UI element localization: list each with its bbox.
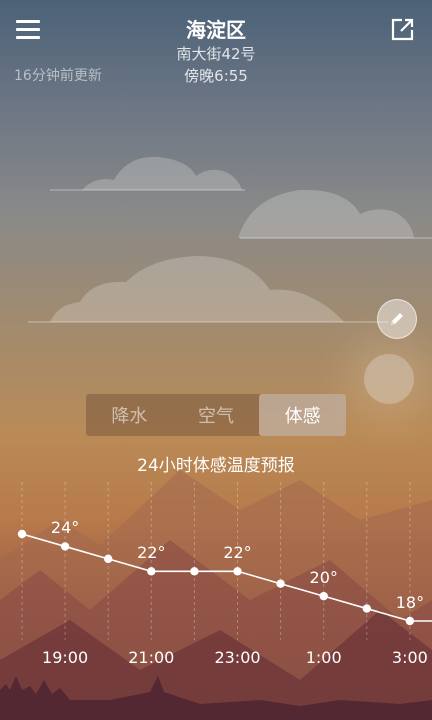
temperature-point (405, 616, 415, 626)
temperature-point (319, 591, 328, 601)
feels-like-chart (17, 482, 432, 640)
temperature-point (233, 567, 242, 576)
temperature-label: 20° (309, 568, 338, 588)
temperature-point (190, 567, 199, 576)
pencil-icon (391, 313, 403, 325)
cloud-1 (50, 156, 245, 191)
time-tick-label: 3:00 (391, 648, 428, 667)
temperature-point (147, 567, 156, 576)
temperature-point (104, 554, 113, 564)
sun-orb (364, 354, 414, 404)
time-tick-label: 1:00 (305, 648, 342, 667)
temperature-label: 18° (395, 593, 425, 612)
location-street: 南大街42号 (176, 45, 256, 63)
cloud-3 (28, 256, 388, 323)
forecast-tabs: 降水 空气 体感 (86, 394, 347, 436)
time-tick-label: 19:00 (42, 648, 89, 667)
cloud-2 (238, 189, 432, 239)
edit-button[interactable] (377, 299, 417, 339)
time-tick-label: 21:00 (128, 648, 175, 667)
temperature-label: 22° (137, 543, 166, 563)
tab-air-quality[interactable]: 空气 (173, 394, 260, 436)
time-tick-label: 23:00 (214, 648, 261, 667)
share-button[interactable] (388, 16, 416, 44)
temperature-point (276, 579, 285, 588)
location-title[interactable]: 海淀区 (0, 14, 432, 43)
temperature-point (362, 604, 371, 613)
temperature-point (60, 542, 70, 551)
share-icon (391, 18, 414, 41)
temperature-label: 22° (223, 543, 252, 563)
tab-precipitation[interactable]: 降水 (86, 394, 173, 436)
update-status: 16分钟前更新 (14, 68, 102, 84)
temperature-point (17, 529, 27, 539)
tab-feels-like[interactable]: 体感 (259, 394, 347, 436)
temperature-label: 24° (50, 518, 80, 538)
